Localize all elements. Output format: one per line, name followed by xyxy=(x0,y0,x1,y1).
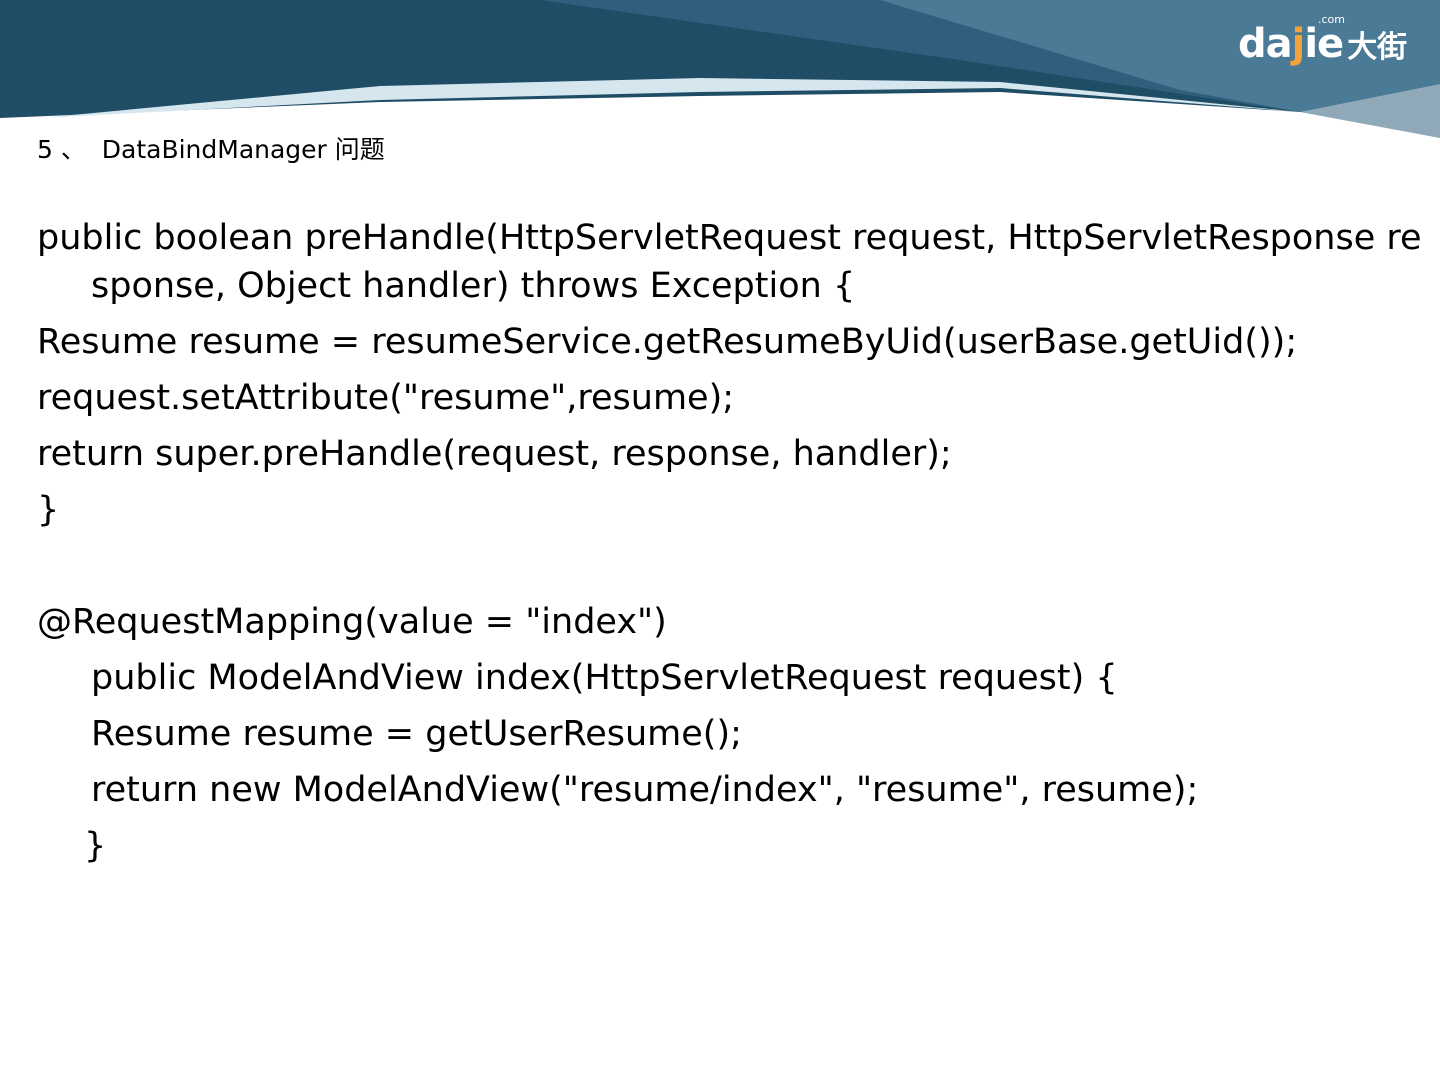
code-line: sponse, Object handler) throws Exception… xyxy=(91,266,856,306)
code-line: Resume resume = getUserResume(); xyxy=(91,714,742,754)
code-line: request.setAttribute("resume",resume); xyxy=(37,378,735,418)
section-title: 5 、 DataBindManager 问题 xyxy=(37,135,385,164)
code-line: Resume resume = resumeService.getResumeB… xyxy=(37,322,1298,362)
code-line: public boolean preHandle(HttpServletRequ… xyxy=(37,218,1422,258)
code-line: public ModelAndView index(HttpServletReq… xyxy=(91,658,1118,698)
logo-com-text: .com xyxy=(1318,13,1345,26)
code-line: return super.preHandle(request, response… xyxy=(37,434,952,474)
logo-chinese-text: 大街 xyxy=(1347,30,1408,65)
code-line: } xyxy=(37,490,60,530)
code-line: } xyxy=(84,826,107,866)
code-line: @RequestMapping(value = "index") xyxy=(37,602,667,642)
code-line: return new ModelAndView("resume/index", … xyxy=(91,770,1199,810)
dajie-logo: .com dajie 大街 xyxy=(1238,14,1407,74)
